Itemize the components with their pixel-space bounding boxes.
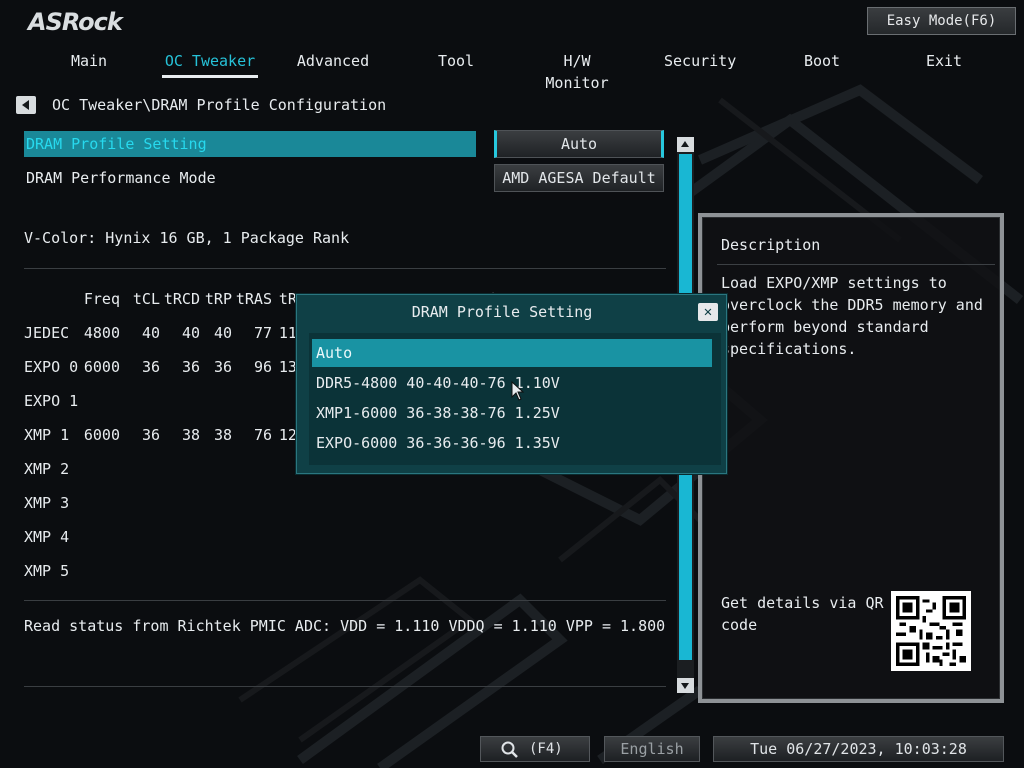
scroll-down-icon[interactable] bbox=[677, 678, 694, 693]
popup-option-auto[interactable]: Auto bbox=[312, 339, 712, 367]
dram-profile-setting-row[interactable]: DRAM Profile Setting bbox=[24, 131, 476, 157]
breadcrumb: OC Tweaker\DRAM Profile Configuration bbox=[52, 96, 387, 114]
popup-option-expo-6000[interactable]: EXPO-6000 36-36-36-96 1.35V bbox=[312, 429, 712, 457]
dram-performance-mode-label: DRAM Performance Mode bbox=[26, 169, 216, 187]
divider bbox=[24, 686, 666, 687]
qr-label: Get details via QR code bbox=[721, 594, 884, 634]
search-icon bbox=[501, 741, 518, 758]
divider bbox=[24, 600, 666, 601]
back-arrow-icon[interactable] bbox=[16, 96, 36, 114]
datetime-display: Tue 06/27/2023, 10:03:28 bbox=[713, 736, 1004, 762]
tab-tool[interactable]: Tool bbox=[434, 50, 478, 80]
search-key-label: (F4) bbox=[529, 741, 563, 757]
tab-boot[interactable]: Boot bbox=[800, 50, 844, 80]
scroll-up-icon[interactable] bbox=[677, 137, 694, 152]
row-label: XMP 1 bbox=[24, 426, 70, 444]
cell-tras: 76 bbox=[253, 426, 272, 444]
row-label: JEDEC bbox=[24, 324, 70, 342]
cell-tras: 77 bbox=[253, 324, 272, 342]
cell-freq: 6000 bbox=[83, 426, 120, 444]
search-button[interactable]: (F4) bbox=[480, 736, 590, 762]
row-label: XMP 3 bbox=[24, 494, 70, 512]
main-tabs: Main OC Tweaker Advanced Tool H/W Monito… bbox=[0, 50, 1024, 92]
language-button[interactable]: English bbox=[604, 736, 700, 762]
cell-trcd: 40 bbox=[181, 324, 200, 342]
divider bbox=[24, 268, 666, 269]
row-label: XMP 4 bbox=[24, 528, 70, 546]
cell-tras: 96 bbox=[253, 358, 272, 376]
tab-oc-tweaker[interactable]: OC Tweaker bbox=[162, 50, 258, 80]
tab-security[interactable]: Security bbox=[664, 50, 736, 80]
asrock-logo: ASRock bbox=[28, 8, 123, 36]
row-label: XMP 2 bbox=[24, 460, 70, 478]
row-label: XMP 5 bbox=[24, 562, 70, 580]
tab-main[interactable]: Main bbox=[62, 50, 116, 80]
header-trcd: tRCD bbox=[163, 290, 200, 308]
close-icon[interactable]: ✕ bbox=[698, 303, 718, 321]
cell-trp: 40 bbox=[213, 324, 232, 342]
active-tab-underline bbox=[162, 75, 258, 78]
dram-performance-mode-row[interactable]: DRAM Performance Mode bbox=[24, 165, 476, 191]
tab-advanced[interactable]: Advanced bbox=[296, 50, 370, 80]
popup-title: DRAM Profile Setting bbox=[411, 303, 593, 321]
header-tcl: tCL bbox=[132, 290, 160, 308]
header-tras: tRAS bbox=[235, 290, 272, 308]
header-trp: tRP bbox=[204, 290, 232, 308]
dram-performance-mode-value-button[interactable]: AMD AGESA Default bbox=[494, 164, 664, 192]
cell-trcd: 38 bbox=[181, 426, 200, 444]
row-label: EXPO 1 bbox=[24, 392, 79, 410]
vcolor-info: V-Color: Hynix 16 GB, 1 Package Rank bbox=[24, 229, 350, 247]
description-text: Load EXPO/XMP settings to overclock the … bbox=[721, 274, 983, 358]
dram-profile-setting-label: DRAM Profile Setting bbox=[26, 135, 207, 153]
header-freq: Freq bbox=[83, 290, 120, 308]
popup-option-xmp1-6000[interactable]: XMP1-6000 36-38-38-76 1.25V bbox=[312, 399, 712, 427]
cell-tcl: 36 bbox=[141, 358, 160, 376]
qr-code-icon bbox=[891, 591, 971, 671]
description-title: Description bbox=[721, 236, 821, 254]
cell-tcl: 36 bbox=[141, 426, 160, 444]
pmic-status: Read status from Richtek PMIC ADC: VDD =… bbox=[24, 617, 666, 635]
cell-trcd: 36 bbox=[181, 358, 200, 376]
description-panel: Description Load EXPO/XMP settings to ov… bbox=[698, 213, 1004, 703]
cell-freq: 6000 bbox=[83, 358, 120, 376]
tab-hw-monitor[interactable]: H/W Monitor bbox=[528, 50, 626, 92]
cell-freq: 4800 bbox=[83, 324, 120, 342]
mouse-cursor-icon bbox=[511, 381, 525, 401]
cell-tcl: 40 bbox=[141, 324, 160, 342]
tab-exit[interactable]: Exit bbox=[924, 50, 964, 80]
easy-mode-button[interactable]: Easy Mode(F6) bbox=[867, 7, 1016, 35]
dram-profile-value-button[interactable]: Auto bbox=[494, 130, 664, 158]
cell-trp: 36 bbox=[213, 358, 232, 376]
cell-trp: 38 bbox=[213, 426, 232, 444]
divider bbox=[717, 264, 995, 265]
